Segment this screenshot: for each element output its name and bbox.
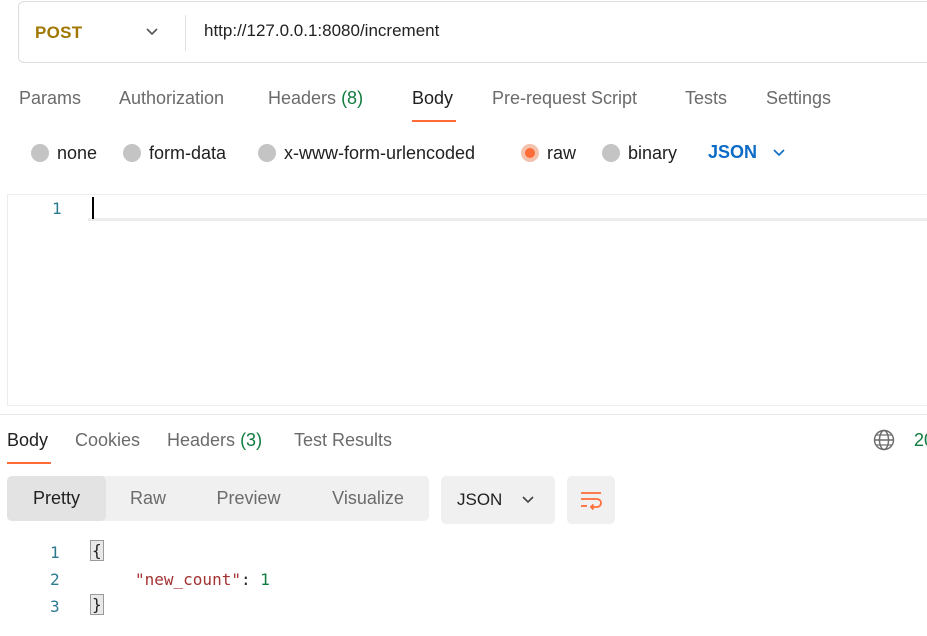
radio-binary[interactable]: binary — [602, 143, 677, 163]
tab-label: Pre-request Script — [492, 88, 638, 108]
tab-label: Cookies — [75, 430, 141, 450]
response-tab-cookies[interactable]: Cookies — [75, 430, 140, 451]
tab-settings[interactable]: Settings — [766, 88, 831, 109]
response-tab-test-results[interactable]: Test Results — [294, 430, 392, 451]
text-cursor — [92, 197, 94, 219]
wrap-lines-button[interactable] — [567, 476, 615, 524]
radio-dot — [602, 144, 620, 162]
request-body-editor[interactable]: 1 — [7, 194, 927, 406]
body-language-label: JSON — [708, 142, 758, 162]
method-label: POST — [35, 23, 83, 42]
radio-label: binary — [628, 142, 678, 163]
chevron-down-icon — [146, 28, 158, 36]
tab-label: Tests — [685, 88, 728, 108]
section-divider — [0, 414, 927, 415]
response-tab-body[interactable]: Body — [7, 430, 48, 451]
json-open-brace: { — [90, 540, 104, 561]
radio-x-www-form-urlencoded[interactable]: x-www-form-urlencoded — [258, 143, 475, 163]
line-number: 3 — [50, 597, 60, 616]
url-bar: POST http://127.0.0.1:8080/increment — [18, 1, 927, 63]
view-mode-label: Raw — [129, 488, 166, 508]
line-number: 2 — [50, 570, 60, 589]
response-format-select[interactable]: JSON — [441, 476, 555, 524]
tab-label: Headers — [167, 430, 236, 450]
status-code: 20 — [914, 430, 927, 450]
json-value: 1 — [260, 570, 270, 589]
line-number: 1 — [50, 543, 60, 562]
chevron-down-icon — [522, 496, 534, 504]
tab-label: Authorization — [119, 88, 225, 108]
tab-params[interactable]: Params — [19, 88, 81, 109]
view-mode-visualize[interactable]: Visualize — [307, 476, 429, 521]
active-tab-indicator — [7, 462, 51, 464]
radio-none[interactable]: none — [31, 143, 97, 163]
body-language-select[interactable]: JSON — [708, 142, 787, 163]
radio-label: x-www-form-urlencoded — [284, 142, 476, 163]
url-divider — [185, 15, 186, 51]
url-input[interactable]: http://127.0.0.1:8080/increment — [204, 21, 439, 41]
radio-label: raw — [547, 142, 577, 163]
active-line-highlight — [88, 195, 927, 221]
json-separator: : — [240, 570, 261, 589]
radio-dot — [31, 144, 49, 162]
tab-tests[interactable]: Tests — [685, 88, 727, 109]
line-number: 1 — [52, 199, 62, 218]
wrap-lines-icon — [581, 492, 602, 511]
tab-label: Body — [412, 88, 454, 108]
view-mode-label: Preview — [216, 488, 281, 508]
view-mode-label: Visualize — [332, 488, 404, 508]
view-mode-preview[interactable]: Preview — [190, 476, 307, 521]
tab-pre-request-script[interactable]: Pre-request Script — [492, 88, 637, 109]
tab-label: Headers — [268, 88, 337, 108]
tab-count: (3) — [240, 430, 263, 450]
chevron-down-icon — [773, 148, 785, 156]
view-mode-raw[interactable]: Raw — [106, 476, 190, 521]
json-key: "new_count" — [135, 570, 241, 589]
view-mode-pretty[interactable]: Pretty — [7, 476, 106, 521]
radio-label: none — [57, 142, 98, 163]
response-tab-headers[interactable]: Headers (3) — [167, 430, 262, 451]
tab-label: Params — [19, 88, 82, 108]
tab-headers[interactable]: Headers (8) — [268, 88, 363, 109]
tab-label: Settings — [766, 88, 832, 108]
tab-authorization[interactable]: Authorization — [119, 88, 224, 109]
json-line: "new_count": 1 — [135, 570, 270, 594]
tab-label: Test Results — [294, 430, 393, 450]
tab-body[interactable]: Body — [412, 88, 453, 109]
radio-raw[interactable]: raw — [521, 143, 576, 163]
radio-dot-checked — [521, 144, 539, 162]
radio-dot — [258, 144, 276, 162]
radio-form-data[interactable]: form-data — [123, 143, 226, 163]
response-format-label: JSON — [457, 490, 503, 509]
json-close-brace: } — [90, 594, 104, 615]
radio-label: form-data — [149, 142, 227, 163]
radio-dot — [123, 144, 141, 162]
view-mode-label: Pretty — [32, 488, 80, 508]
globe-icon[interactable] — [873, 429, 895, 451]
active-tab-indicator — [412, 120, 456, 122]
view-mode-group: Pretty Raw Preview Visualize — [7, 476, 429, 521]
tab-count: (8) — [341, 88, 364, 108]
tab-label: Body — [7, 430, 49, 450]
method-select[interactable]: POST — [19, 2, 185, 62]
